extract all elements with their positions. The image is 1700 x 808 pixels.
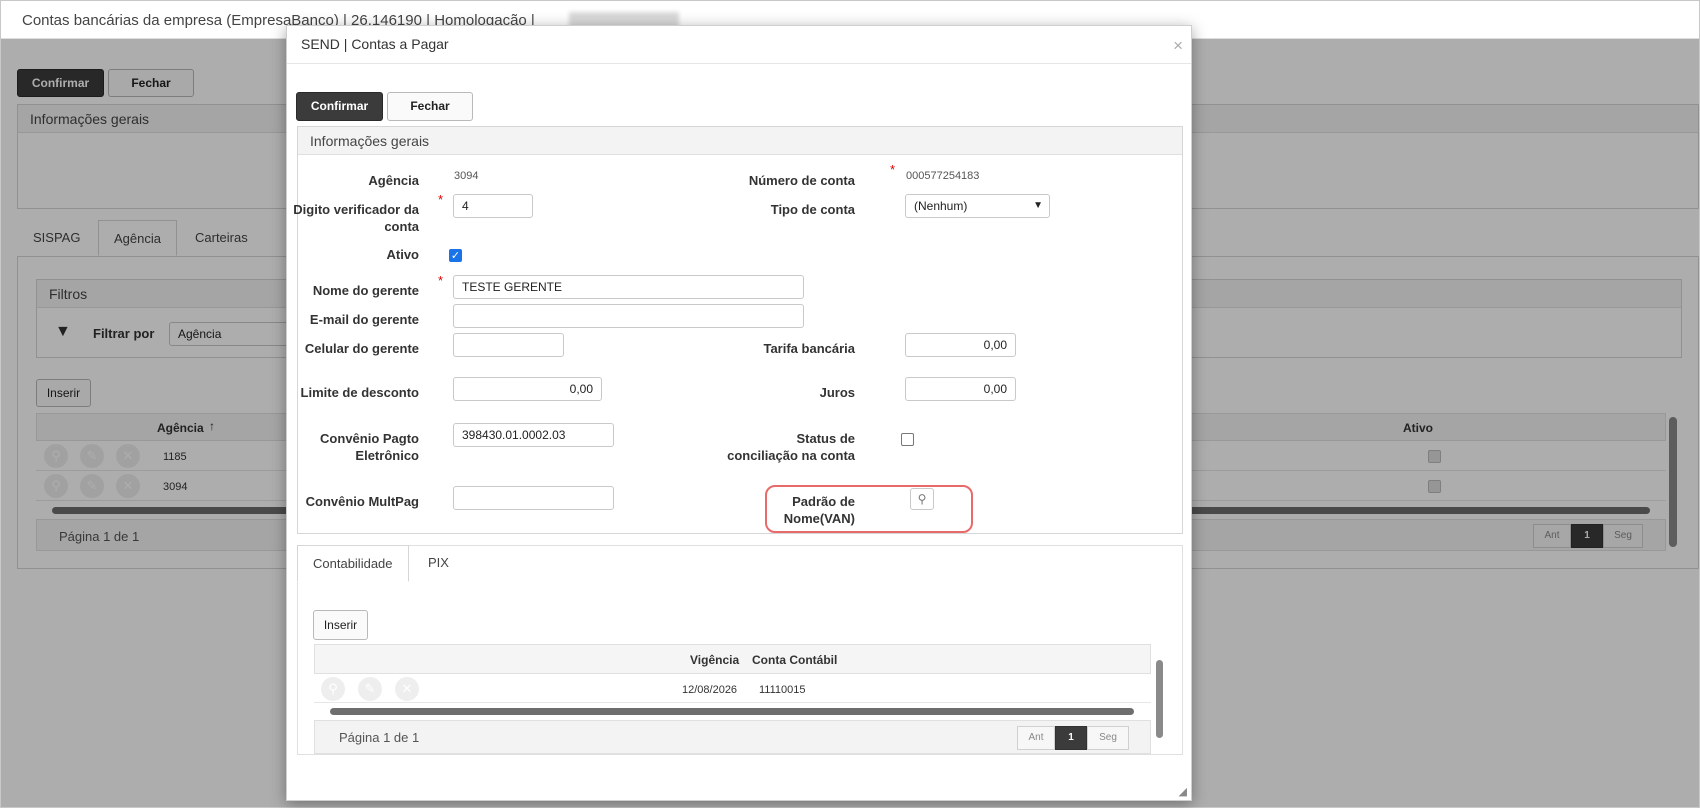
juros-label: Juros (819, 385, 855, 400)
required-marker: * (890, 162, 896, 177)
resize-handle-icon[interactable]: ◢ (1179, 785, 1187, 798)
padrao-nome-label: Padrão de Nome(VAN) (783, 494, 855, 526)
ativo-checkbox[interactable]: ✓ (449, 249, 462, 262)
tarifa-input[interactable]: 0,00 (905, 333, 1016, 357)
tab-pix[interactable]: PIX (413, 545, 464, 581)
modal-pager-next[interactable]: Seg (1087, 726, 1129, 750)
modal-vertical-scrollbar[interactable] (1156, 660, 1163, 738)
modal-close-icon[interactable]: × (1173, 36, 1183, 56)
numero-conta-label: Número de conta (748, 173, 855, 188)
convenio-pagto-label: Convênio Pagto Eletrônico (320, 431, 419, 463)
delete-icon[interactable]: ✕ (395, 677, 419, 701)
digito-label: Digito verificador da conta (293, 202, 419, 234)
table-row[interactable]: ⚲ ✎ ✕ 12/08/2026 11110015 (314, 674, 1151, 703)
tipo-conta-select[interactable]: (Nenhum) ▼ (905, 194, 1050, 218)
nome-gerente-input[interactable]: TESTE GERENTE (453, 275, 804, 299)
convenio-pagto-input[interactable]: 398430.01.0002.03 (453, 423, 614, 447)
modal-grid-header: Vigência Conta Contábil (314, 644, 1151, 674)
modal-title: SEND | Contas a Pagar (301, 36, 449, 52)
modal-divider (287, 63, 1191, 64)
limite-label: Limite de desconto (300, 385, 419, 400)
modal-confirm-button[interactable]: Confirmar (296, 92, 383, 121)
modal-pagination-bar: Página 1 de 1 Ant 1 Seg (314, 720, 1151, 754)
tipo-conta-value: (Nenhum) (914, 199, 968, 213)
nome-gerente-label: Nome do gerente (312, 283, 419, 298)
convenio-multpag-label: Convênio MultPag (305, 494, 419, 509)
col-conta-contabil[interactable]: Conta Contábil (752, 653, 837, 667)
email-gerente-input[interactable] (453, 304, 804, 328)
agencia-value: 3094 (454, 170, 479, 182)
ativo-label: Ativo (386, 247, 420, 262)
modal-pagination-text: Página 1 de 1 (339, 730, 420, 745)
modal-pager-prev[interactable]: Ant (1017, 726, 1055, 750)
limite-input[interactable]: 0,00 (453, 377, 602, 401)
modal-info-header: Informações gerais (298, 127, 1182, 155)
modal-close-button[interactable]: Fechar (387, 92, 473, 121)
tipo-conta-label: Tipo de conta (770, 202, 855, 217)
email-gerente-label: E-mail do gerente (309, 312, 419, 327)
modal-pager-current[interactable]: 1 (1055, 726, 1087, 750)
numero-conta-value: 000577254183 (906, 170, 980, 182)
col-vigencia[interactable]: Vigência (690, 653, 739, 667)
modal-horizontal-scrollbar[interactable] (330, 708, 1134, 715)
row-conta-contabil: 11110015 (759, 684, 806, 696)
digito-input[interactable]: 4 (453, 194, 533, 218)
edit-icon[interactable]: ✎ (358, 677, 382, 701)
status-conciliacao-label: Status de conciliação na conta (727, 431, 855, 463)
row-vigencia: 12/08/2026 (682, 684, 738, 696)
convenio-multpag-input[interactable] (453, 486, 614, 510)
status-conciliacao-checkbox[interactable] (901, 433, 914, 446)
modal-insert-button[interactable]: Inserir (313, 610, 368, 640)
required-marker: * (438, 192, 444, 207)
tab-contabilidade[interactable]: Contabilidade (297, 545, 409, 582)
modal-dialog: SEND | Contas a Pagar × Confirmar Fechar… (286, 25, 1192, 801)
search-icon[interactable]: ⚲ (910, 488, 934, 510)
celular-gerente-input[interactable] (453, 333, 564, 357)
juros-input[interactable]: 0,00 (905, 377, 1016, 401)
required-marker: * (438, 273, 444, 288)
application-window: Contas bancárias da empresa (EmpresaBanc… (0, 0, 1700, 808)
tarifa-label: Tarifa bancária (763, 341, 855, 356)
chevron-down-icon: ▼ (1033, 200, 1043, 211)
celular-gerente-label: Celular do gerente (304, 341, 419, 356)
agencia-label: Agência (368, 173, 419, 188)
view-icon[interactable]: ⚲ (321, 677, 345, 701)
